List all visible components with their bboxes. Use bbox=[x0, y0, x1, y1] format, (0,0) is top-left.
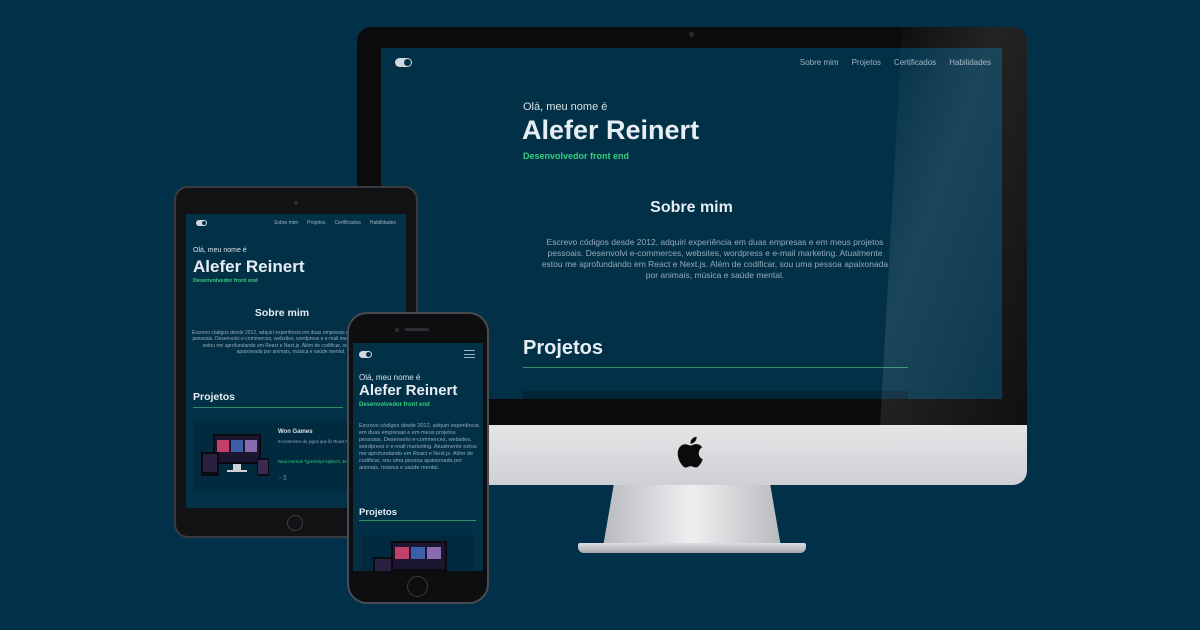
ipad-camera bbox=[294, 201, 298, 205]
link-icon[interactable]: ▯ bbox=[283, 475, 286, 481]
apple-logo-icon bbox=[677, 436, 703, 468]
nav-link-certificados[interactable]: Certificados bbox=[334, 220, 360, 226]
projects-title: Projetos bbox=[359, 507, 398, 518]
iphone-camera bbox=[395, 328, 399, 332]
projects-divider bbox=[523, 367, 908, 368]
iphone-speaker bbox=[405, 328, 429, 331]
project-card[interactable] bbox=[523, 391, 908, 399]
project-title: Won Games bbox=[278, 429, 313, 435]
imac-glare bbox=[880, 27, 1027, 427]
hero-role: Desenvolvedor front end bbox=[359, 402, 430, 408]
project-links: ◌ ▯ bbox=[278, 474, 287, 481]
projects-divider bbox=[359, 520, 476, 521]
projects-title: Projetos bbox=[523, 337, 604, 359]
about-title: Sobre mim bbox=[254, 307, 310, 319]
hamburger-menu-icon[interactable] bbox=[464, 350, 475, 358]
nav-menu: Sobre mim Projetos Certificados Habilida… bbox=[265, 220, 396, 226]
theme-toggle-icon[interactable] bbox=[196, 219, 207, 226]
imac-stand bbox=[603, 485, 781, 547]
imac-base bbox=[578, 543, 806, 553]
nav-link-sobre-mim[interactable]: Sobre mim bbox=[800, 58, 839, 67]
project-thumbnail bbox=[373, 541, 447, 571]
site-nav: Sobre mim Projetos Certificados Habilida… bbox=[186, 214, 406, 231]
imac-camera bbox=[689, 32, 694, 37]
nav-link-projetos[interactable]: Projetos bbox=[852, 58, 881, 67]
ipad-home-button bbox=[287, 515, 303, 531]
projects-divider bbox=[193, 407, 343, 408]
hero-name: Alefer Reinert bbox=[359, 382, 458, 399]
theme-toggle-icon[interactable] bbox=[395, 57, 412, 67]
github-icon[interactable]: ◌ bbox=[278, 475, 282, 481]
hero-role: Desenvolvedor front end bbox=[523, 151, 630, 161]
mobile-site: Olá, meu nome é Alefer Reinert Desenvolv… bbox=[353, 343, 483, 571]
hero-greeting: Olá, meu nome é bbox=[523, 101, 608, 113]
nav-link-sobre-mim[interactable]: Sobre mim bbox=[274, 220, 298, 226]
projects-title: Projetos bbox=[193, 391, 236, 403]
hero-greeting: Olá, meu nome é bbox=[359, 373, 421, 382]
project-card[interactable] bbox=[361, 535, 473, 571]
nav-link-habilidades[interactable]: Habilidades bbox=[370, 220, 396, 226]
hero-name: Alefer Reinert bbox=[193, 257, 305, 276]
nav-link-projetos[interactable]: Projetos bbox=[307, 220, 325, 226]
theme-toggle-icon[interactable] bbox=[359, 350, 372, 358]
site-nav bbox=[353, 343, 483, 365]
iphone-home-button bbox=[407, 576, 428, 597]
project-thumbnail bbox=[201, 434, 269, 476]
about-text: Escrevo códigos desde 2012, adquiri expe… bbox=[541, 237, 889, 280]
hero-role: Desenvolvedor front end bbox=[193, 278, 258, 284]
hero-greeting: Olá, meu nome é bbox=[193, 247, 247, 254]
about-text: Escrevo códigos desde 2012, adquiri expe… bbox=[359, 423, 479, 471]
hero-name: Alefer Reinert bbox=[522, 115, 700, 145]
